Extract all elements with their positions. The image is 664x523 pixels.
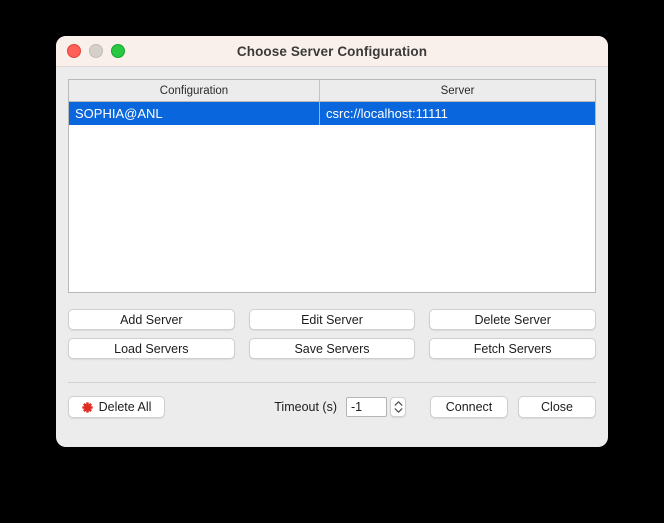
column-header-configuration[interactable]: Configuration (69, 80, 320, 101)
server-configuration-table[interactable]: Configuration Server SOPHIA@ANL csrc://l… (68, 79, 596, 293)
timeout-stepper[interactable]: -1 (346, 397, 406, 417)
delete-all-button[interactable]: Delete All (68, 396, 165, 418)
chevron-down-icon[interactable] (394, 408, 403, 413)
dialog-footer: Delete All Timeout (s) -1 Connect Close (68, 396, 596, 418)
window-titlebar: Choose Server Configuration (56, 36, 608, 67)
window-title: Choose Server Configuration (236, 43, 428, 59)
fetch-servers-button[interactable]: Fetch Servers (429, 338, 596, 359)
close-window-icon[interactable] (67, 44, 81, 58)
add-server-button[interactable]: Add Server (68, 309, 235, 330)
timeout-input[interactable]: -1 (346, 397, 387, 417)
maximize-window-icon[interactable] (111, 44, 125, 58)
delete-all-label: Delete All (98, 400, 152, 414)
timeout-stepper-arrows[interactable] (390, 397, 406, 417)
column-header-server[interactable]: Server (320, 80, 595, 101)
cell-server: csrc://localhost:11111 (326, 106, 448, 121)
connect-button[interactable]: Connect (430, 396, 508, 418)
table-row[interactable]: SOPHIA@ANL csrc://localhost:11111 (69, 102, 595, 125)
table-header-row: Configuration Server (69, 80, 595, 102)
edit-server-button[interactable]: Edit Server (248, 309, 416, 330)
save-servers-button[interactable]: Save Servers (248, 338, 416, 359)
server-actions-grid: Add Server Edit Server Delete Server Loa… (68, 309, 596, 359)
footer-divider (68, 382, 596, 383)
dialog-content: Configuration Server SOPHIA@ANL csrc://l… (56, 67, 608, 447)
traffic-light-controls (56, 44, 125, 58)
chevron-up-icon[interactable] (394, 401, 403, 406)
timeout-label: Timeout (s) (274, 400, 337, 414)
choose-server-configuration-window: Choose Server Configuration Configuratio… (56, 36, 608, 447)
delete-server-button[interactable]: Delete Server (429, 309, 596, 330)
cell-configuration: SOPHIA@ANL (69, 102, 320, 125)
asterisk-icon (81, 401, 93, 413)
load-servers-button[interactable]: Load Servers (68, 338, 235, 359)
minimize-window-icon[interactable] (89, 44, 103, 58)
table-body: SOPHIA@ANL csrc://localhost:11111 (69, 102, 595, 292)
close-button[interactable]: Close (518, 396, 596, 418)
